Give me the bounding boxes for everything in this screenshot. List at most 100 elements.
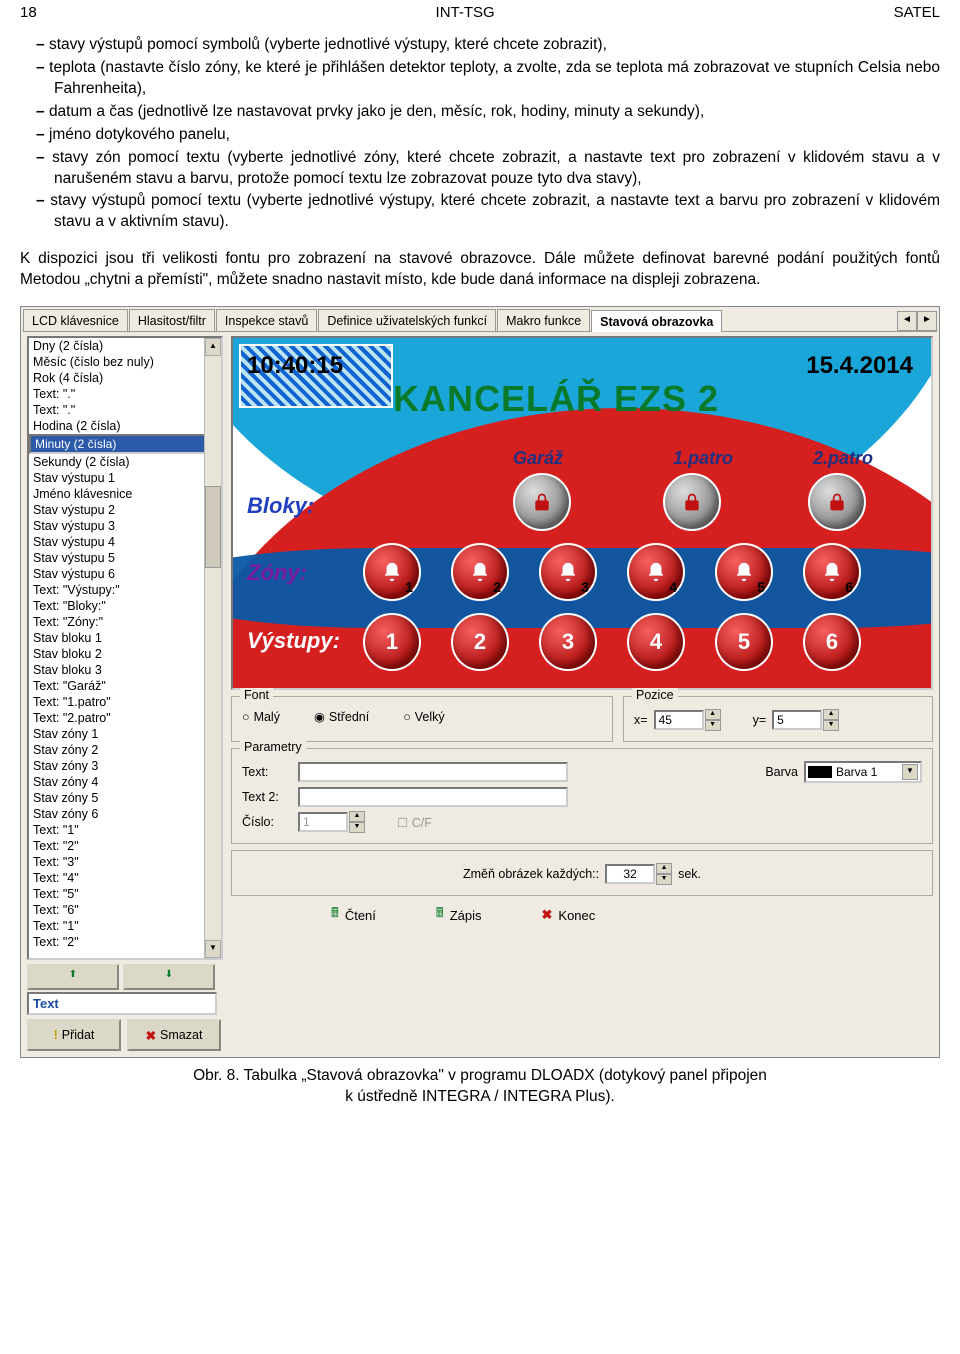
move-up-button[interactable]: ⬆: [27, 964, 119, 990]
block-status-icon: [808, 473, 866, 531]
elements-listbox[interactable]: Dny (2 čísla)Měsíc (číslo bez nuly)Rok (…: [27, 336, 223, 960]
arrow-up-icon: ⬆: [69, 969, 77, 980]
tab-inspection[interactable]: Inspekce stavů: [216, 309, 317, 331]
tab-userfunc[interactable]: Definice uživatelských funkcí: [318, 309, 496, 331]
list-item[interactable]: Text: "2": [29, 934, 221, 950]
scroll-thumb[interactable]: [205, 486, 221, 568]
list-item[interactable]: Text: "2": [29, 838, 221, 854]
add-button[interactable]: !Přidat: [27, 1019, 121, 1051]
listbox-scrollbar[interactable]: ▲ ▼: [204, 338, 221, 958]
tab-volume[interactable]: Hlasitost/filtr: [129, 309, 215, 331]
font-large-radio[interactable]: ○Velký: [403, 710, 444, 724]
list-item[interactable]: Rok (4 čísla): [29, 370, 221, 386]
x-icon: ✖: [146, 1028, 156, 1043]
color-label: Barva: [765, 765, 798, 779]
spin-up-icon[interactable]: ▲: [823, 709, 839, 720]
preview-title: KANCELÁŘ EZS 2: [393, 378, 719, 420]
calculator-icon: 🖩: [331, 904, 339, 926]
list-item[interactable]: Stav výstupu 4: [29, 534, 221, 550]
number-label: Číslo:: [242, 815, 292, 829]
list-item[interactable]: Text: "2.patro": [29, 710, 221, 726]
position-group: Pozice x= 45▲▼ y= 5▲▼: [623, 696, 933, 742]
scroll-down-icon[interactable]: ▼: [205, 940, 221, 958]
params-legend: Parametry: [240, 740, 306, 754]
list-item[interactable]: Stav zóny 2: [29, 742, 221, 758]
font-group: Font ○Malý ◉Střední ○Velký: [231, 696, 613, 742]
list-item[interactable]: Stav výstupu 6: [29, 566, 221, 582]
list-item[interactable]: Text: "1": [29, 918, 221, 934]
move-down-button[interactable]: ⬇: [123, 964, 215, 990]
list-item[interactable]: Stav bloku 3: [29, 662, 221, 678]
text1-input[interactable]: [298, 762, 568, 782]
tab-statusscreen[interactable]: Stavová obrazovka: [591, 310, 722, 332]
list-item[interactable]: Text: "3": [29, 854, 221, 870]
tab-strip: LCD klávesnice Hlasitost/filtr Inspekce …: [23, 309, 937, 332]
text-input[interactable]: Text: [27, 992, 217, 1015]
status-screen-preview[interactable]: 10:40:15 15.4.2014 KANCELÁŘ EZS 2 Garáž …: [231, 336, 933, 690]
tab-macro[interactable]: Makro funkce: [497, 309, 590, 331]
text1-label: Text:: [242, 765, 292, 779]
list-item[interactable]: Stav výstupu 3: [29, 518, 221, 534]
text2-input[interactable]: [298, 787, 568, 807]
list-item[interactable]: Text: "Výstupy:": [29, 582, 221, 598]
list-item[interactable]: Text: "1": [29, 822, 221, 838]
spin-up-icon[interactable]: ▲: [705, 709, 721, 720]
list-item[interactable]: Stav bloku 2: [29, 646, 221, 662]
x-input[interactable]: 45: [654, 710, 704, 730]
font-medium-radio[interactable]: ◉Střední: [314, 709, 369, 724]
close-button[interactable]: ✖Konec: [542, 904, 596, 926]
list-item[interactable]: Text: "1.patro": [29, 694, 221, 710]
tab-scroll-right-icon[interactable]: ►: [917, 311, 937, 331]
scroll-up-icon[interactable]: ▲: [205, 338, 221, 356]
list-item[interactable]: Text: "Zóny:": [29, 614, 221, 630]
zone-status-icon: 4: [627, 543, 685, 601]
spin-down-icon[interactable]: ▼: [823, 720, 839, 731]
y-label: y=: [753, 713, 767, 727]
list-item[interactable]: Stav výstupu 1: [29, 470, 221, 486]
color-select[interactable]: Barva 1▼: [804, 761, 922, 783]
zone-status-icon: 3: [539, 543, 597, 601]
font-small-radio[interactable]: ○Malý: [242, 710, 280, 724]
y-input[interactable]: 5: [772, 710, 822, 730]
read-button[interactable]: 🖩Čtení: [331, 904, 376, 926]
list-item[interactable]: Text: "6": [29, 902, 221, 918]
tab-scroll-left-icon[interactable]: ◄: [897, 311, 917, 331]
list-item[interactable]: Text: ".": [29, 386, 221, 402]
list-item[interactable]: Stav zóny 3: [29, 758, 221, 774]
params-group: Parametry Text: Barva Barva 1▼ Text 2: Č…: [231, 748, 933, 844]
calculator-icon: 🖩: [436, 904, 444, 926]
delete-button[interactable]: ✖Smazat: [127, 1019, 221, 1051]
list-item[interactable]: Text: "Bloky:": [29, 598, 221, 614]
tab-lcd[interactable]: LCD klávesnice: [23, 309, 128, 331]
list-item[interactable]: Text: ".": [29, 402, 221, 418]
list-item[interactable]: Měsíc (číslo bez nuly): [29, 354, 221, 370]
list-item[interactable]: Sekundy (2 čísla): [29, 454, 221, 470]
spin-down-icon[interactable]: ▼: [705, 720, 721, 731]
list-item[interactable]: Jméno klávesnice: [29, 486, 221, 502]
list-item[interactable]: Stav zóny 1: [29, 726, 221, 742]
list-item[interactable]: Stav zóny 5: [29, 790, 221, 806]
write-button[interactable]: 🖩Zápis: [436, 904, 482, 926]
list-item[interactable]: Stav zóny 6: [29, 806, 221, 822]
list-item[interactable]: Text: "4": [29, 870, 221, 886]
body-text: stavy výstupů pomocí symbolů (vyberte je…: [20, 35, 940, 291]
output-status-icon: 4: [627, 613, 685, 671]
bullet-item: datum a čas (jednotlivě lze nastavovat p…: [20, 102, 940, 123]
list-item[interactable]: Text: "Garáž": [29, 678, 221, 694]
output-status-icon: 6: [803, 613, 861, 671]
change-interval-input[interactable]: 32: [605, 864, 655, 884]
list-item[interactable]: Text: "5": [29, 886, 221, 902]
list-item[interactable]: Stav zóny 4: [29, 774, 221, 790]
preview-label-garaz: Garáž: [513, 448, 563, 469]
bullet-item: stavy výstupů pomocí symbolů (vyberte je…: [20, 35, 940, 56]
list-item[interactable]: Stav výstupu 2: [29, 502, 221, 518]
spin-up-icon[interactable]: ▲: [656, 863, 672, 874]
block-status-icon: [513, 473, 571, 531]
preview-label-1patro: 1.patro: [673, 448, 733, 469]
list-item[interactable]: Minuty (2 čísla): [29, 434, 221, 454]
spin-down-icon[interactable]: ▼: [656, 874, 672, 885]
list-item[interactable]: Stav výstupu 5: [29, 550, 221, 566]
list-item[interactable]: Stav bloku 1: [29, 630, 221, 646]
list-item[interactable]: Hodina (2 čísla): [29, 418, 221, 434]
list-item[interactable]: Dny (2 čísla): [29, 338, 221, 354]
